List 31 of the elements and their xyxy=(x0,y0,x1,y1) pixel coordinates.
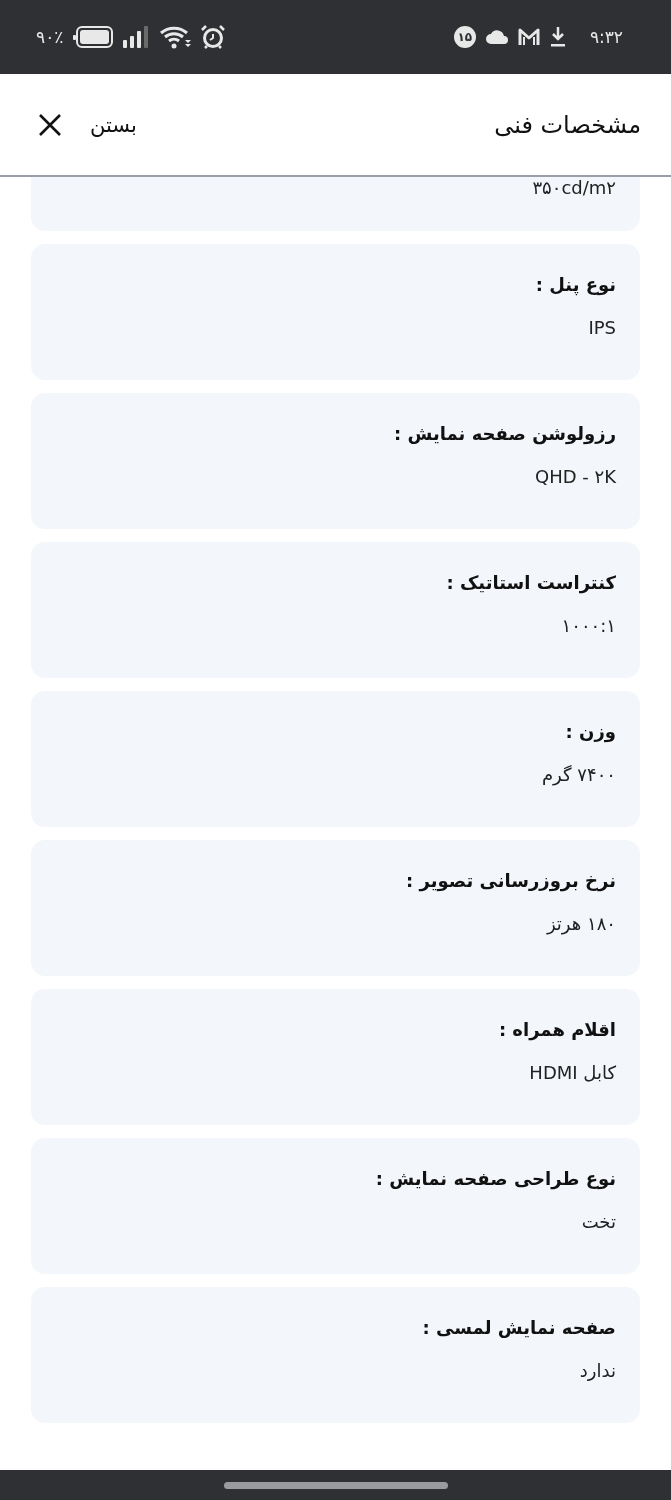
close-icon xyxy=(38,112,62,137)
close-button[interactable]: بستن xyxy=(38,112,137,137)
alarm-clock-icon xyxy=(201,25,226,49)
spec-value: IPS xyxy=(587,317,616,338)
spec-label: صفحه نمایش لمسی : xyxy=(421,1317,616,1338)
spec-value: ۱۰۰۰:۱ xyxy=(560,615,616,636)
spec-label: اقلام همراه : xyxy=(497,1019,616,1040)
spec-label: نوع پنل : xyxy=(534,274,616,295)
spec-value: کابل HDMI xyxy=(528,1062,616,1083)
download-icon xyxy=(549,27,566,47)
gesture-handle[interactable] xyxy=(223,1481,448,1489)
wifi-icon xyxy=(159,25,192,49)
cloud-icon xyxy=(485,30,508,44)
spec-value: تخت xyxy=(580,1211,616,1232)
battery-percentage: ۹۰٪ xyxy=(36,27,64,47)
signal-icon xyxy=(123,26,150,48)
battery-icon xyxy=(73,26,114,48)
spec-label: رزولوشن صفحه نمایش : xyxy=(393,423,616,444)
spec-label: وزن : xyxy=(564,721,616,742)
spec-value: QHD - ۲K xyxy=(534,466,616,487)
spec-label: کنتراست استاتیک : xyxy=(445,572,616,593)
clock-time: ۹:۳۲ xyxy=(589,27,623,47)
notification-count-badge: ۱۵ xyxy=(453,26,476,48)
page-title: مشخصات فنی xyxy=(494,110,641,139)
spec-label: نرخ بروزرسانی تصویر : xyxy=(405,870,616,891)
spec-value: ۱۸۰ هرتز xyxy=(545,913,616,934)
spec-value: ۷۴۰۰ گرم xyxy=(540,764,616,785)
spec-value: ۳۵۰cd/m۲ xyxy=(531,177,616,198)
spec-label: نوع طراحی صفحه نمایش : xyxy=(374,1168,616,1189)
mail-icon xyxy=(517,28,540,46)
spec-value: ندارد xyxy=(578,1360,616,1381)
